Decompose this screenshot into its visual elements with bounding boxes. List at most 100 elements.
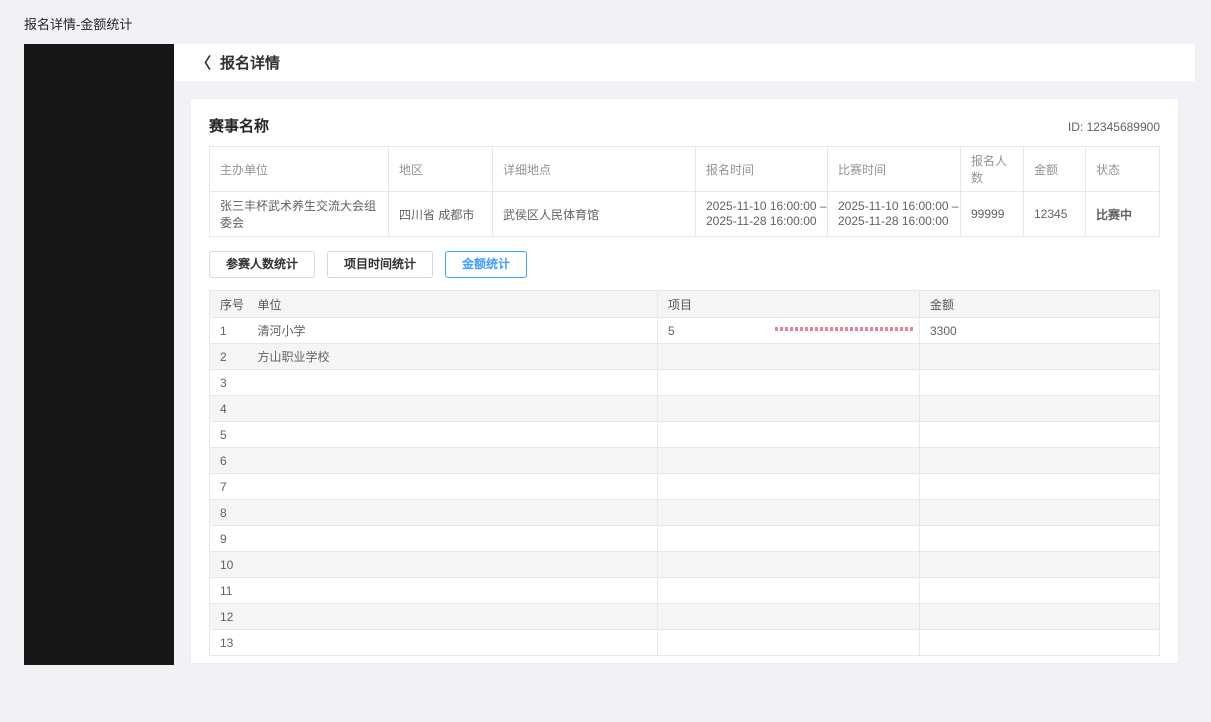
tab-amount-stats[interactable]: 金额统计	[445, 251, 527, 278]
row-index-cell: 13	[210, 630, 248, 656]
row-amount-cell	[920, 500, 1160, 526]
stats-table-row: 12	[210, 604, 1160, 630]
row-amount-cell	[920, 344, 1160, 370]
row-unit-cell	[248, 422, 658, 448]
stats-table-row: 2 方山职业学校	[210, 344, 1160, 370]
row-project-cell	[658, 422, 920, 448]
stats-table-row: 13	[210, 630, 1160, 656]
event-info-header-row: 主办单位 地区 详细地点 报名时间 比赛时间 报名人数 金额 状态	[210, 147, 1160, 192]
row-project-cell	[658, 526, 920, 552]
col-organizer: 主办单位	[210, 147, 389, 192]
stats-table-row: 11	[210, 578, 1160, 604]
stats-tabs: 参赛人数统计 项目时间统计 金额统计	[209, 251, 1160, 278]
organizer-cell: 张三丰杯武术养生交流大会组委会	[210, 192, 389, 237]
tab-participant-count-stats[interactable]: 参赛人数统计	[209, 251, 315, 278]
row-amount-cell	[920, 396, 1160, 422]
stats-table-row: 6	[210, 448, 1160, 474]
event-title-row: 赛事名称 ID: 12345689900	[209, 115, 1160, 136]
row-project-cell	[658, 500, 920, 526]
row-index-cell: 12	[210, 604, 248, 630]
row-project-cell	[658, 578, 920, 604]
col-unit: 单位	[248, 291, 658, 318]
row-amount-cell	[920, 474, 1160, 500]
row-amount-cell	[920, 630, 1160, 656]
row-project-cell: 5	[658, 318, 920, 344]
signup-count-cell: 99999	[961, 192, 1024, 237]
row-project-cell	[658, 630, 920, 656]
row-unit-cell: 清河小学	[248, 318, 658, 344]
stats-table-row: 4	[210, 396, 1160, 422]
col-region: 地区	[389, 147, 493, 192]
row-index-cell: 9	[210, 526, 248, 552]
row-index-cell: 1	[210, 318, 248, 344]
stats-table-row: 3	[210, 370, 1160, 396]
stats-table-row: 10	[210, 552, 1160, 578]
row-unit-cell: 方山职业学校	[248, 344, 658, 370]
signup-time-line2: 2025-11-28 16:00:00	[706, 214, 817, 229]
tab-project-time-stats[interactable]: 项目时间统计	[327, 251, 433, 278]
match-time-line2: 2025-11-28 16:00:00	[838, 214, 950, 229]
row-index-cell: 6	[210, 448, 248, 474]
row-unit-cell	[248, 370, 658, 396]
event-section-title: 赛事名称	[209, 115, 269, 136]
col-address: 详细地点	[493, 147, 696, 192]
signup-time-cell: 2025-11-10 16:00:00 – 2025-11-28 16:00:0…	[696, 192, 828, 237]
col-index: 序号	[210, 291, 248, 318]
col-status: 状态	[1086, 147, 1160, 192]
region-cell: 四川省 成都市	[389, 192, 493, 237]
row-unit-cell	[248, 578, 658, 604]
row-project-cell	[658, 370, 920, 396]
signup-time-line1: 2025-11-10 16:00:00 –	[706, 199, 817, 214]
col-row-amount: 金额	[920, 291, 1160, 318]
back-chevron-icon: 〈	[196, 52, 211, 73]
event-info-table: 主办单位 地区 详细地点 报名时间 比赛时间 报名人数 金额 状态 张三丰杯武术…	[209, 146, 1160, 237]
row-index-cell: 2	[210, 344, 248, 370]
stats-table-wrap: 序号 单位 项目 金额 1 清河小学 5 3300 2 方山职业学校 3 4	[209, 290, 1160, 656]
sidebar	[24, 44, 174, 665]
row-amount-cell	[920, 604, 1160, 630]
row-unit-cell	[248, 474, 658, 500]
status-badge: 比赛中	[1086, 192, 1160, 237]
row-unit-cell	[248, 552, 658, 578]
row-amount-cell	[920, 422, 1160, 448]
stats-table-row: 7	[210, 474, 1160, 500]
row-amount-cell	[920, 448, 1160, 474]
amount-cell: 12345	[1024, 192, 1086, 237]
col-project: 项目	[658, 291, 920, 318]
row-index-cell: 8	[210, 500, 248, 526]
stats-table-body: 1 清河小学 5 3300 2 方山职业学校 3 4 5 6 7	[210, 318, 1160, 656]
row-project-cell	[658, 448, 920, 474]
row-unit-cell	[248, 604, 658, 630]
row-index-cell: 7	[210, 474, 248, 500]
col-signup-count: 报名人数	[961, 147, 1024, 192]
back-button[interactable]: 〈	[196, 52, 211, 73]
row-amount-cell	[920, 526, 1160, 552]
row-index-cell: 5	[210, 422, 248, 448]
match-time-line1: 2025-11-10 16:00:00 –	[838, 199, 950, 214]
row-project-cell	[658, 396, 920, 422]
detail-topbar: 〈 报名详情	[174, 44, 1195, 81]
row-project-cell	[658, 474, 920, 500]
col-signup-time: 报名时间	[696, 147, 828, 192]
stats-table-row: 8	[210, 500, 1160, 526]
row-unit-cell	[248, 500, 658, 526]
row-index-cell: 10	[210, 552, 248, 578]
event-detail-card: 赛事名称 ID: 12345689900 主办单位 地区 详细地点 报名时间 比…	[190, 98, 1179, 664]
match-time-cell: 2025-11-10 16:00:00 – 2025-11-28 16:00:0…	[828, 192, 961, 237]
detail-page-title: 报名详情	[220, 52, 280, 73]
main-content: 〈 报名详情 赛事名称 ID: 12345689900 主办单位 地区 详细地点…	[174, 44, 1195, 665]
row-amount-cell: 3300	[920, 318, 1160, 344]
event-id: ID: 12345689900	[1068, 120, 1160, 134]
stats-table-row: 5	[210, 422, 1160, 448]
row-unit-cell	[248, 396, 658, 422]
col-amount: 金额	[1024, 147, 1086, 192]
row-amount-cell	[920, 370, 1160, 396]
address-cell: 武侯区人民体育馆	[493, 192, 696, 237]
row-unit-cell	[248, 448, 658, 474]
row-index-cell: 11	[210, 578, 248, 604]
stats-table: 序号 单位 项目 金额 1 清河小学 5 3300 2 方山职业学校 3 4	[209, 290, 1160, 656]
stats-table-row: 9	[210, 526, 1160, 552]
row-project-cell	[658, 552, 920, 578]
row-project-cell	[658, 604, 920, 630]
row-amount-cell	[920, 578, 1160, 604]
